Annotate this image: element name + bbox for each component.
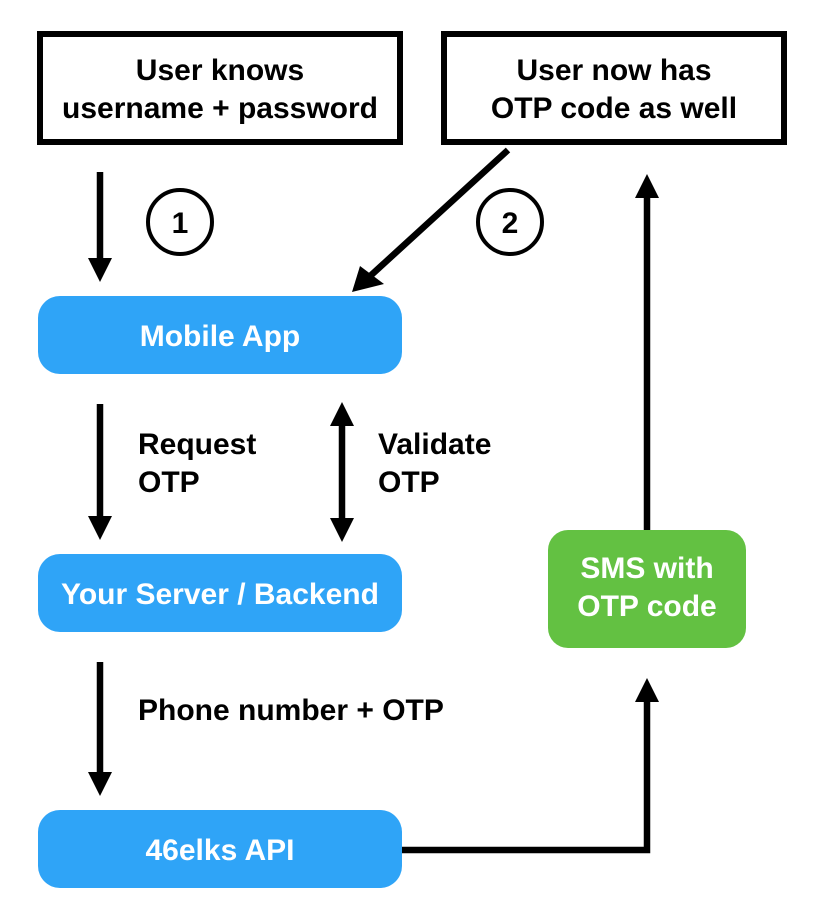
backend-label: Your Server / Backend [61, 578, 379, 611]
elks-api-label: 46elks API [146, 834, 295, 867]
request-otp-line2: OTP [138, 466, 200, 499]
phone-otp-label: Phone number + OTP [138, 694, 444, 727]
box-sms-otp [548, 530, 746, 648]
validate-otp-line1: Validate [378, 428, 491, 461]
otp-flow-diagram: User knows username + password User now … [0, 0, 824, 904]
sms-line1: SMS with [580, 552, 713, 585]
arrow-userhas-app [368, 150, 508, 278]
user-has-line2: OTP code as well [491, 92, 737, 125]
user-knows-line2: username + password [62, 92, 378, 125]
validate-otp-line2: OTP [378, 466, 440, 499]
user-knows-line1: User knows [136, 54, 304, 87]
box-user-knows [40, 34, 400, 142]
user-has-line1: User now has [516, 54, 711, 87]
step-2-number: 2 [502, 207, 519, 240]
mobile-app-label: Mobile App [140, 320, 301, 353]
step-1-number: 1 [172, 207, 189, 240]
request-otp-line1: Request [138, 428, 256, 461]
box-user-has [444, 34, 784, 142]
sms-line2: OTP code [577, 590, 716, 623]
